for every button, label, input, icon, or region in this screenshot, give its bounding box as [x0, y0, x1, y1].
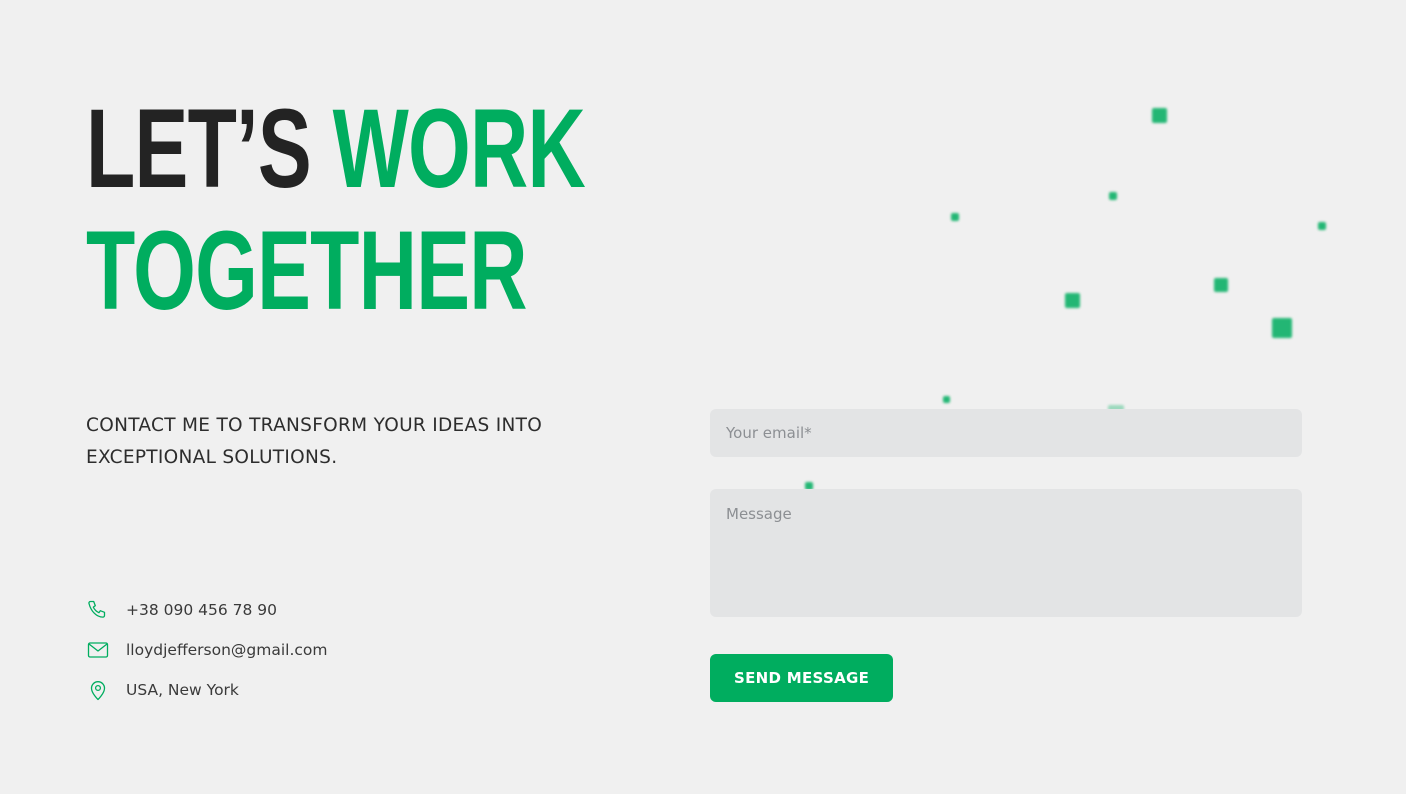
decorative-square [1318, 222, 1326, 230]
page-title: LET’S WORK TOGETHER [86, 88, 734, 332]
contact-section: LET’S WORK TOGETHER CONTACT ME TO TRANSFO… [0, 0, 1406, 794]
contact-form: SEND MESSAGE [710, 409, 1302, 702]
mail-icon [86, 638, 110, 662]
contact-item-location: USA, New York [86, 670, 328, 710]
contact-item-phone: +38 090 456 78 90 [86, 590, 328, 630]
decorative-square [1065, 293, 1080, 308]
decorative-square [1152, 108, 1167, 123]
page-subtitle: CONTACT ME TO TRANSFORM YOUR IDEAS INTO … [86, 415, 543, 468]
phone-icon [86, 598, 110, 622]
decorative-square [951, 213, 959, 221]
contact-phone-text[interactable]: +38 090 456 78 90 [126, 601, 277, 619]
decorative-square [1214, 278, 1228, 292]
contact-email-text[interactable]: lloydjefferson@gmail.com [126, 641, 328, 659]
location-pin-icon [86, 678, 110, 702]
decorative-square [1272, 318, 1292, 338]
title-part-lets: LET’S [86, 86, 312, 211]
title-part-together: TOGETHER [86, 208, 528, 333]
send-message-button[interactable]: SEND MESSAGE [710, 654, 894, 702]
message-field[interactable] [710, 489, 1302, 617]
decorative-square [943, 396, 950, 403]
email-field[interactable] [710, 409, 1302, 457]
contact-list: +38 090 456 78 90 lloydjefferson@gmail.c… [86, 590, 328, 710]
contact-item-email: lloydjefferson@gmail.com [86, 630, 328, 670]
contact-location-text: USA, New York [126, 681, 239, 699]
title-part-work: WORK [332, 86, 586, 211]
decorative-square [1109, 192, 1117, 200]
